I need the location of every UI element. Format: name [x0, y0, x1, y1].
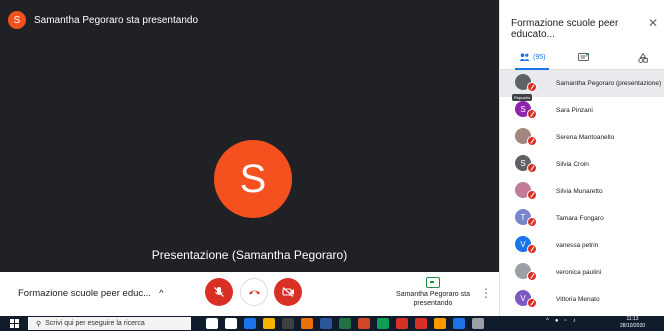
participant-row[interactable]: Silvia Munaretto	[500, 178, 664, 205]
participant-name: Silvia Munaretto	[556, 188, 603, 195]
presenter-avatar: S	[8, 11, 26, 29]
taskbar-app-icon[interactable]	[263, 318, 275, 329]
participants-panel: Formazione scuole peer educato... ✕ (95)…	[499, 0, 664, 316]
taskbar-app-icon[interactable]	[244, 318, 256, 329]
presentation-stage: S Samantha Pegoraro sta presentando S Pr…	[0, 0, 499, 272]
network-icon[interactable]: ▫	[564, 318, 566, 324]
muted-icon	[527, 136, 537, 146]
taskbar-search-placeholder: Scrivi qui per eseguire la ricerca	[45, 320, 145, 327]
presenting-status-button[interactable]: Samantha Pegoraro sta presentando	[395, 277, 471, 308]
participant-name: Serena Mantoanello	[556, 134, 615, 141]
muted-icon	[527, 163, 537, 173]
presenter-large-avatar: S	[214, 140, 292, 218]
participant-row[interactable]: V vanessa petrin	[500, 232, 664, 259]
muted-icon	[527, 271, 537, 281]
taskbar-app-icon[interactable]	[415, 318, 427, 329]
meet-window: S Samantha Pegoraro sta presentando S Pr…	[0, 0, 664, 331]
presenter-banner: S Samantha Pegoraro sta presentando	[8, 8, 198, 32]
participant-name: Silvia Croin	[556, 161, 589, 168]
camera-toggle-button[interactable]	[274, 278, 302, 306]
clock-date: 28/10/2020	[620, 323, 646, 329]
participant-name: Samantha Pegoraro (presentazione)	[556, 80, 662, 87]
participant-row[interactable]: Serena Mantoanello	[500, 124, 664, 151]
taskbar-search-box[interactable]: ⚲ Scrivi qui per eseguire la ricerca	[28, 317, 191, 330]
participant-name: vanessa petrin	[556, 242, 599, 249]
people-icon	[519, 53, 530, 61]
taskbar-app-icon[interactable]	[434, 318, 446, 329]
panel-title: Formazione scuole peer educato...	[511, 18, 619, 40]
chat-icon	[578, 53, 589, 61]
present-screen-icon	[426, 277, 440, 288]
more-options-button[interactable]: ⋮	[480, 286, 492, 300]
taskbar-app-icon[interactable]	[472, 318, 484, 329]
presenting-status-text: Samantha Pegoraro sta presentando	[396, 291, 470, 307]
clock-time: 11:13	[626, 316, 639, 322]
taskbar-app-icon[interactable]	[282, 318, 294, 329]
participant-row[interactable]: veronica paulini	[500, 259, 664, 286]
system-tray: ^ ● ▫ ♪	[546, 318, 576, 324]
presentation-label: Presentazione (Samantha Pegoraro)	[151, 248, 348, 262]
muted-icon	[527, 190, 537, 200]
muted-icon	[527, 82, 537, 92]
presenter-banner-text: Samantha Pegoraro sta presentando	[34, 14, 198, 26]
participant-name: Sara Pinzani	[556, 107, 593, 114]
meeting-name: Formazione scuole peer educ...	[18, 288, 152, 299]
camera-off-icon	[281, 287, 294, 297]
participant-row[interactable]: S Sara Pinzani	[500, 97, 664, 124]
mic-off-icon	[214, 287, 224, 297]
participant-row[interactable]: T Tamara Fongaro	[500, 205, 664, 232]
meeting-details-toggle[interactable]: Formazione scuole peer educ... ^	[18, 288, 164, 299]
tab-activities[interactable]	[638, 46, 648, 70]
microphone-toggle-button[interactable]	[205, 278, 233, 306]
taskbar-app-icon[interactable]	[320, 318, 332, 329]
muted-icon	[527, 298, 537, 308]
participant-row[interactable]: V Vittoria Menato	[500, 286, 664, 313]
shapes-icon	[638, 53, 648, 63]
muted-icon	[527, 217, 537, 227]
participant-list: Riquadro Samantha Pegoraro (presentazion…	[500, 70, 664, 313]
tab-people[interactable]: (95)	[515, 46, 550, 70]
taskbar-app-icon[interactable]	[225, 318, 237, 329]
tab-chat[interactable]	[578, 46, 589, 70]
chevron-up-icon: ^	[159, 288, 164, 299]
meeting-controls: Formazione scuole peer educ... ^ Samanth…	[0, 272, 499, 316]
chevron-up-icon[interactable]: ^	[546, 318, 549, 324]
panel-tabs: (95)	[500, 42, 664, 70]
participant-row[interactable]: Riquadro Samantha Pegoraro (presentazion…	[500, 70, 664, 101]
taskbar-app-icon[interactable]	[206, 318, 218, 329]
muted-icon	[527, 244, 537, 254]
search-icon: ⚲	[36, 320, 42, 328]
volume-icon[interactable]: ♪	[573, 318, 576, 324]
taskbar-app-icon[interactable]	[453, 318, 465, 329]
taskbar-app-icon[interactable]	[396, 318, 408, 329]
windows-taskbar: ⚲ Scrivi qui per eseguire la ricerca ^ ●…	[0, 316, 664, 331]
taskbar-app-icon[interactable]	[339, 318, 351, 329]
close-panel-button[interactable]: ✕	[648, 16, 658, 30]
taskbar-app-icon[interactable]	[377, 318, 389, 329]
taskbar-clock[interactable]: 11:13 28/10/2020	[620, 316, 645, 330]
leave-call-button[interactable]	[240, 278, 268, 306]
participant-row[interactable]: S Silvia Croin	[500, 151, 664, 178]
taskbar-app-icon[interactable]	[301, 318, 313, 329]
people-count: (95)	[533, 53, 546, 61]
muted-icon	[527, 109, 537, 119]
participant-name: Vittoria Menato	[556, 296, 600, 303]
mic-icon[interactable]: ●	[555, 318, 559, 324]
hang-up-icon	[248, 290, 260, 295]
participant-name: Tamara Fongaro	[556, 215, 604, 222]
taskbar-apps	[206, 318, 484, 329]
windows-start-icon[interactable]	[10, 319, 19, 328]
participant-name: veronica paulini	[556, 269, 602, 276]
taskbar-app-icon[interactable]	[358, 318, 370, 329]
